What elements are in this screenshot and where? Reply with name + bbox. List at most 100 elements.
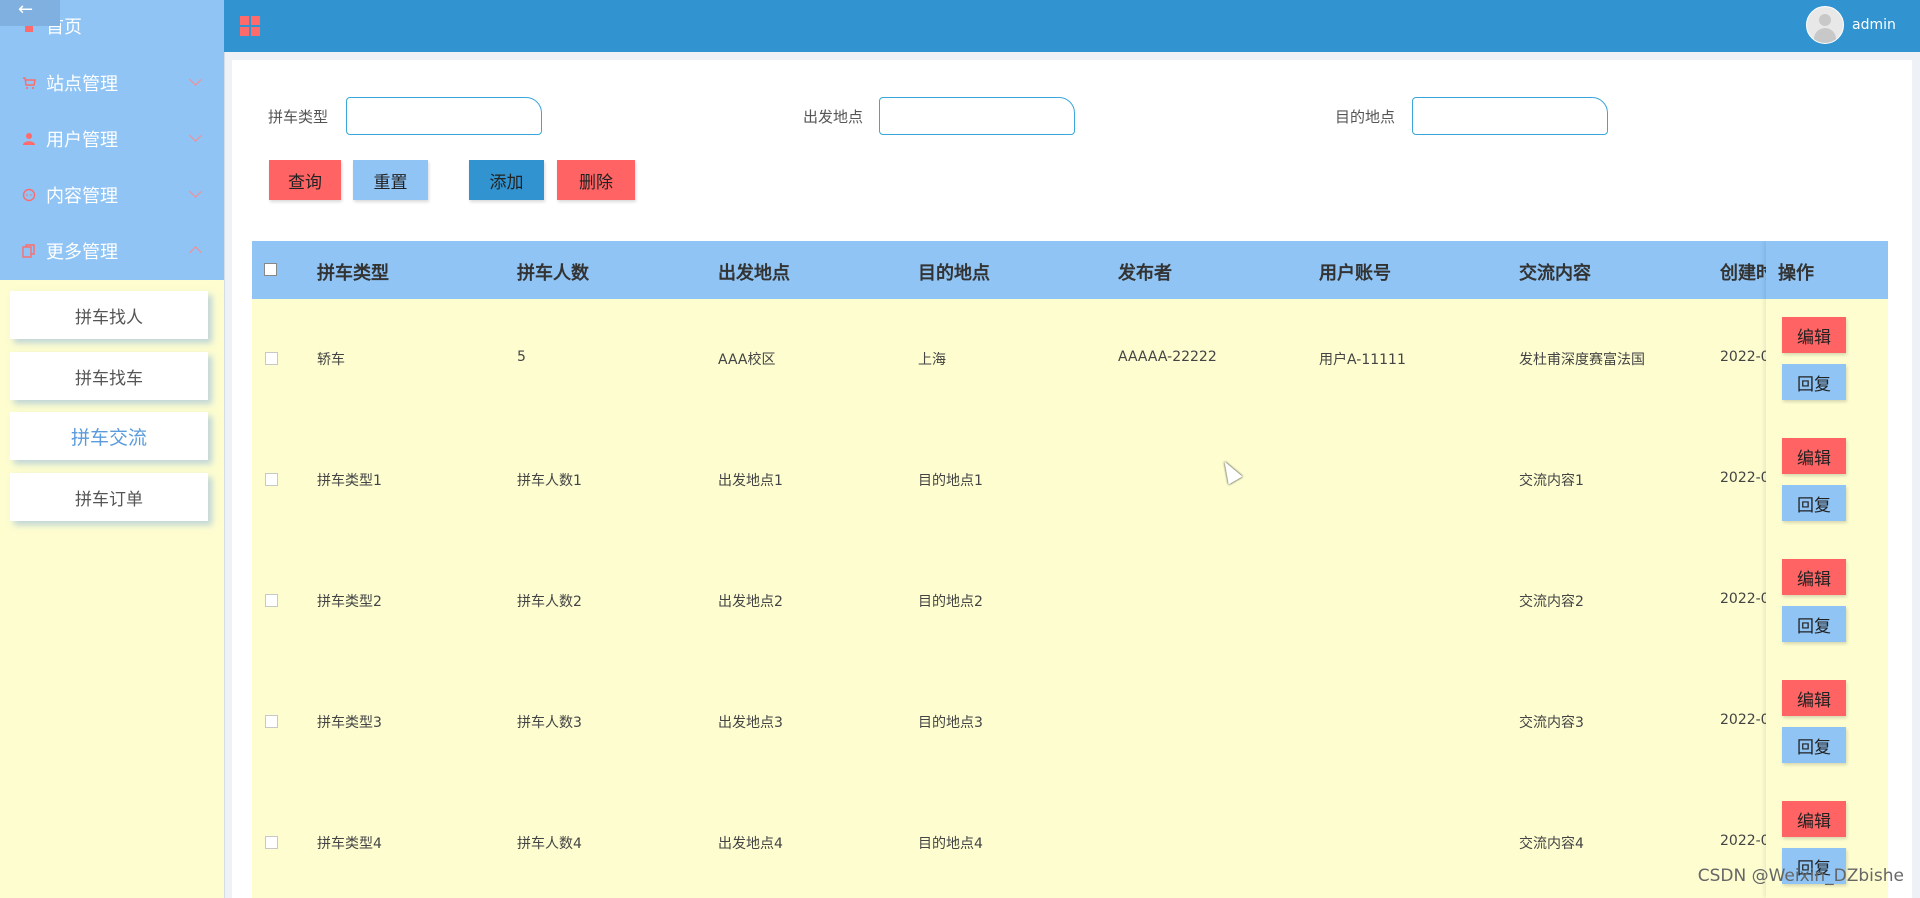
search-label-destination: 目的地点 xyxy=(1335,108,1396,126)
add-button[interactable]: 添加 xyxy=(469,160,544,200)
chat-icon xyxy=(22,188,36,202)
select-all-checkbox[interactable] xyxy=(264,263,277,276)
table-cell: 拼车人数4 xyxy=(517,836,582,852)
reset-button[interactable]: 重置 xyxy=(353,160,428,200)
table-cell: 目的地点2 xyxy=(918,594,983,610)
table-cell: AAA校区 xyxy=(718,352,776,368)
table-cell: 交流内容1 xyxy=(1519,473,1584,489)
delete-button[interactable]: 删除 xyxy=(557,160,635,200)
table-cell: AAAAA-22222 xyxy=(1118,349,1217,365)
menu-grid-icon[interactable] xyxy=(240,16,260,36)
table-cell: 目的地点1 xyxy=(918,473,983,489)
column-header[interactable]: 交流内容 xyxy=(1519,259,1591,285)
column-header: 操作 xyxy=(1778,263,1814,284)
reply-button[interactable]: 回复 xyxy=(1782,727,1846,763)
search-label-start: 出发地点 xyxy=(803,108,864,126)
row-checkbox[interactable] xyxy=(265,352,278,365)
table-cell: 交流内容2 xyxy=(1519,594,1584,610)
watermark: CSDN @Weixin_DZbishe xyxy=(1697,866,1904,886)
table-cell: 拼车人数2 xyxy=(517,594,582,610)
table-cell: 2022-0 xyxy=(1720,833,1770,849)
edit-button[interactable]: 编辑 xyxy=(1782,680,1846,716)
column-header[interactable]: 目的地点 xyxy=(918,259,990,285)
table-cell: 出发地点1 xyxy=(718,473,783,489)
top-header: admin xyxy=(224,0,1920,52)
table-row: 拼车类型1 拼车人数1 出发地点1 目的地点1 交流内容1 2022-0 xyxy=(252,420,1888,542)
query-button[interactable]: 查询 xyxy=(269,160,341,200)
table-cell: 2022-0 xyxy=(1720,349,1770,365)
chevron-down-icon xyxy=(189,73,202,86)
column-header[interactable]: 用户账号 xyxy=(1319,259,1391,285)
menu-item-site[interactable]: 站点管理 xyxy=(0,63,224,103)
table-cell: 轿车 xyxy=(317,352,345,368)
submenu-item-find-person[interactable]: 拼车找人 xyxy=(10,291,208,339)
table-cell: 用户A-11111 xyxy=(1319,352,1406,368)
username[interactable]: admin xyxy=(1852,17,1896,33)
edit-button[interactable]: 编辑 xyxy=(1782,317,1846,353)
table-row: 轿车 5 AAA校区 上海 AAAAA-22222 用户A-11111 发杜甫深度赛富法国 2… xyxy=(252,299,1888,421)
menu-label: 内容管理 xyxy=(46,186,118,207)
reply-button[interactable]: 回复 xyxy=(1782,364,1846,400)
search-input-destination[interactable] xyxy=(1412,97,1608,135)
edit-button[interactable]: 编辑 xyxy=(1782,559,1846,595)
operations-column: 操作 编辑 回复 编辑 回复 编辑 回复 编辑 回复 编辑 回复 xyxy=(1766,241,1888,898)
sidebar-menu: 首页 ← 站点管理 用户管理 内容管理 更多管理 xyxy=(0,0,224,280)
reply-button[interactable]: 回复 xyxy=(1782,485,1846,521)
table-cell: 交流内容3 xyxy=(1519,715,1584,731)
table-cell: 交流内容4 xyxy=(1519,836,1584,852)
row-checkbox[interactable] xyxy=(265,836,278,849)
search-label-type: 拼车类型 xyxy=(268,108,329,126)
search-input-start[interactable] xyxy=(879,97,1075,135)
table-cell: 2022-0 xyxy=(1720,591,1770,607)
table-cell: 出发地点2 xyxy=(718,594,783,610)
column-header[interactable]: 拼车人数 xyxy=(517,259,589,285)
column-header[interactable]: 出发地点 xyxy=(718,259,790,285)
table-row: 拼车类型3 拼车人数3 出发地点3 目的地点3 交流内容3 2022-0 xyxy=(252,662,1888,784)
row-checkbox[interactable] xyxy=(265,473,278,486)
table-row: 拼车类型2 拼车人数2 出发地点2 目的地点2 交流内容2 2022-0 xyxy=(252,541,1888,663)
edit-button[interactable]: 编辑 xyxy=(1782,801,1846,837)
data-table: 拼车类型 拼车人数 出发地点 目的地点 发布者 用户账号 交流内容 创建时 轿车… xyxy=(252,241,1888,898)
menu-item-more[interactable]: 更多管理 xyxy=(0,231,224,271)
table-cell: 上海 xyxy=(918,352,946,368)
chevron-down-icon xyxy=(189,129,202,142)
menu-label: 站点管理 xyxy=(46,74,118,95)
chevron-down-icon xyxy=(189,185,202,198)
table-cell: 拼车类型1 xyxy=(317,473,382,489)
main-panel: 拼车类型 出发地点 目的地点 查询 重置 添加 删除 拼车类型 拼车人数 出发地… xyxy=(232,60,1912,898)
table-cell: 2022-0 xyxy=(1720,712,1770,728)
table-cell: 拼车类型4 xyxy=(317,836,382,852)
user-icon xyxy=(23,133,35,145)
reply-button[interactable]: 回复 xyxy=(1782,606,1846,642)
menu-label: 更多管理 xyxy=(46,242,118,263)
submenu-item-exchange[interactable]: 拼车交流 xyxy=(10,412,208,460)
table-cell: 拼车类型2 xyxy=(317,594,382,610)
table-cell: 2022-0 xyxy=(1720,470,1770,486)
submenu-item-orders[interactable]: 拼车订单 xyxy=(10,473,208,521)
sidebar: 首页 ← 站点管理 用户管理 内容管理 更多管理 拼车找人 拼车找车 拼车交流 … xyxy=(0,0,225,898)
menu-label: 用户管理 xyxy=(46,130,118,151)
table-cell: 目的地点3 xyxy=(918,715,983,731)
edit-button[interactable]: 编辑 xyxy=(1782,438,1846,474)
avatar[interactable] xyxy=(1806,6,1844,44)
table-cell: 发杜甫深度赛富法国 xyxy=(1519,352,1645,368)
table-header: 拼车类型 拼车人数 出发地点 目的地点 发布者 用户账号 交流内容 创建时 xyxy=(252,241,1888,299)
back-arrow-icon[interactable]: ← xyxy=(0,0,60,26)
menu-item-content[interactable]: 内容管理 xyxy=(0,175,224,215)
table-cell: 目的地点4 xyxy=(918,836,983,852)
column-header[interactable]: 发布者 xyxy=(1118,259,1172,285)
chevron-up-icon xyxy=(189,246,202,259)
row-checkbox[interactable] xyxy=(265,594,278,607)
column-header[interactable]: 拼车类型 xyxy=(317,259,389,285)
search-input-type[interactable] xyxy=(346,97,542,135)
cart-icon xyxy=(23,77,36,89)
row-checkbox[interactable] xyxy=(265,715,278,728)
table-cell: 5 xyxy=(517,349,526,365)
table-cell: 出发地点3 xyxy=(718,715,783,731)
menu-item-user[interactable]: 用户管理 xyxy=(0,119,224,159)
table-cell: 出发地点4 xyxy=(718,836,783,852)
copy-icon xyxy=(22,244,35,258)
table-cell: 拼车人数1 xyxy=(517,473,582,489)
submenu-item-find-car[interactable]: 拼车找车 xyxy=(10,352,208,400)
table-cell: 拼车人数3 xyxy=(517,715,582,731)
